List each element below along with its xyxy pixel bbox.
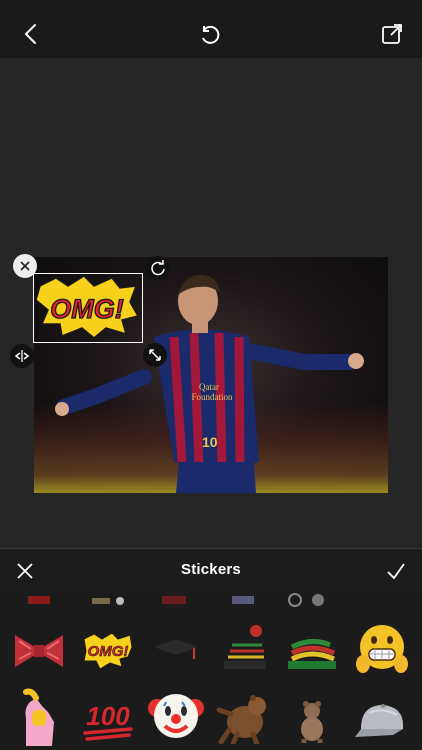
- sticker-rasta-hat[interactable]: [282, 622, 342, 680]
- sticker-grimace-emoji[interactable]: [352, 620, 412, 678]
- rasta-hat-icon: [288, 635, 336, 669]
- beanie-hat-icon: [224, 625, 266, 669]
- small-bear-icon: [301, 701, 323, 743]
- sticker-bow-tie[interactable]: [9, 622, 69, 680]
- top-bar: [0, 0, 422, 58]
- sticker-hundred-points[interactable]: 100: [78, 690, 138, 748]
- clown-face-icon: [148, 694, 204, 738]
- rotate-ccw-icon: [202, 25, 220, 44]
- omg-thumb-text: OMG!: [88, 643, 129, 660]
- sticker-bear[interactable]: [214, 688, 274, 746]
- delete-sticker-handle[interactable]: [13, 254, 37, 278]
- share-square-icon: [382, 24, 402, 44]
- grimace-emoji-icon: [356, 625, 408, 673]
- resize-sticker-handle[interactable]: [143, 343, 167, 367]
- rotate-sticker-handle[interactable]: [146, 256, 170, 280]
- hundred-points-icon: 100: [83, 701, 133, 741]
- confirm-button[interactable]: [384, 560, 408, 582]
- sticker-call-me-hand[interactable]: [9, 688, 69, 746]
- svg-text:10: 10: [202, 434, 218, 450]
- partial-sticker-row: [28, 593, 324, 607]
- hundred-text: 100: [86, 701, 130, 731]
- panel-title: Stickers: [181, 561, 241, 578]
- undo-button[interactable]: [196, 22, 226, 50]
- sticker-selection-box[interactable]: OMG!: [33, 273, 143, 343]
- sticker-beanie-hat[interactable]: [214, 620, 274, 678]
- sticker-omg[interactable]: OMG!: [78, 622, 138, 680]
- flip-sticker-handle[interactable]: [10, 344, 34, 368]
- rotate-handle-icon: [151, 260, 165, 276]
- sticker-panel-header: Stickers: [0, 548, 422, 593]
- sticker-graduation-cap[interactable]: [146, 622, 206, 680]
- graduation-cap-icon: [154, 639, 198, 664]
- close-handle-icon: [20, 261, 30, 271]
- back-button[interactable]: [16, 20, 44, 48]
- sticker-small-bear[interactable]: [282, 692, 342, 750]
- omg-sticker[interactable]: OMG!: [34, 274, 141, 341]
- chevron-left-icon: [24, 24, 36, 44]
- flip-handle-icon: [14, 350, 30, 362]
- bow-tie-icon: [15, 635, 63, 667]
- sticker-cap[interactable]: [352, 692, 412, 750]
- omg-speech-icon: OMG!: [83, 632, 133, 670]
- check-icon: [387, 563, 405, 580]
- sticker-tray[interactable]: OMG! 100: [0, 592, 422, 750]
- cap-icon: [355, 704, 403, 737]
- svg-text:Foundation: Foundation: [191, 392, 233, 402]
- svg-text:Qatar: Qatar: [199, 382, 219, 392]
- call-me-hand-icon: [23, 688, 54, 746]
- omg-sticker-text: OMG!: [50, 294, 124, 324]
- share-button[interactable]: [378, 20, 406, 48]
- sticker-clown-face[interactable]: [146, 686, 206, 744]
- resize-handle-icon: [149, 349, 161, 361]
- bear-icon: [216, 695, 266, 744]
